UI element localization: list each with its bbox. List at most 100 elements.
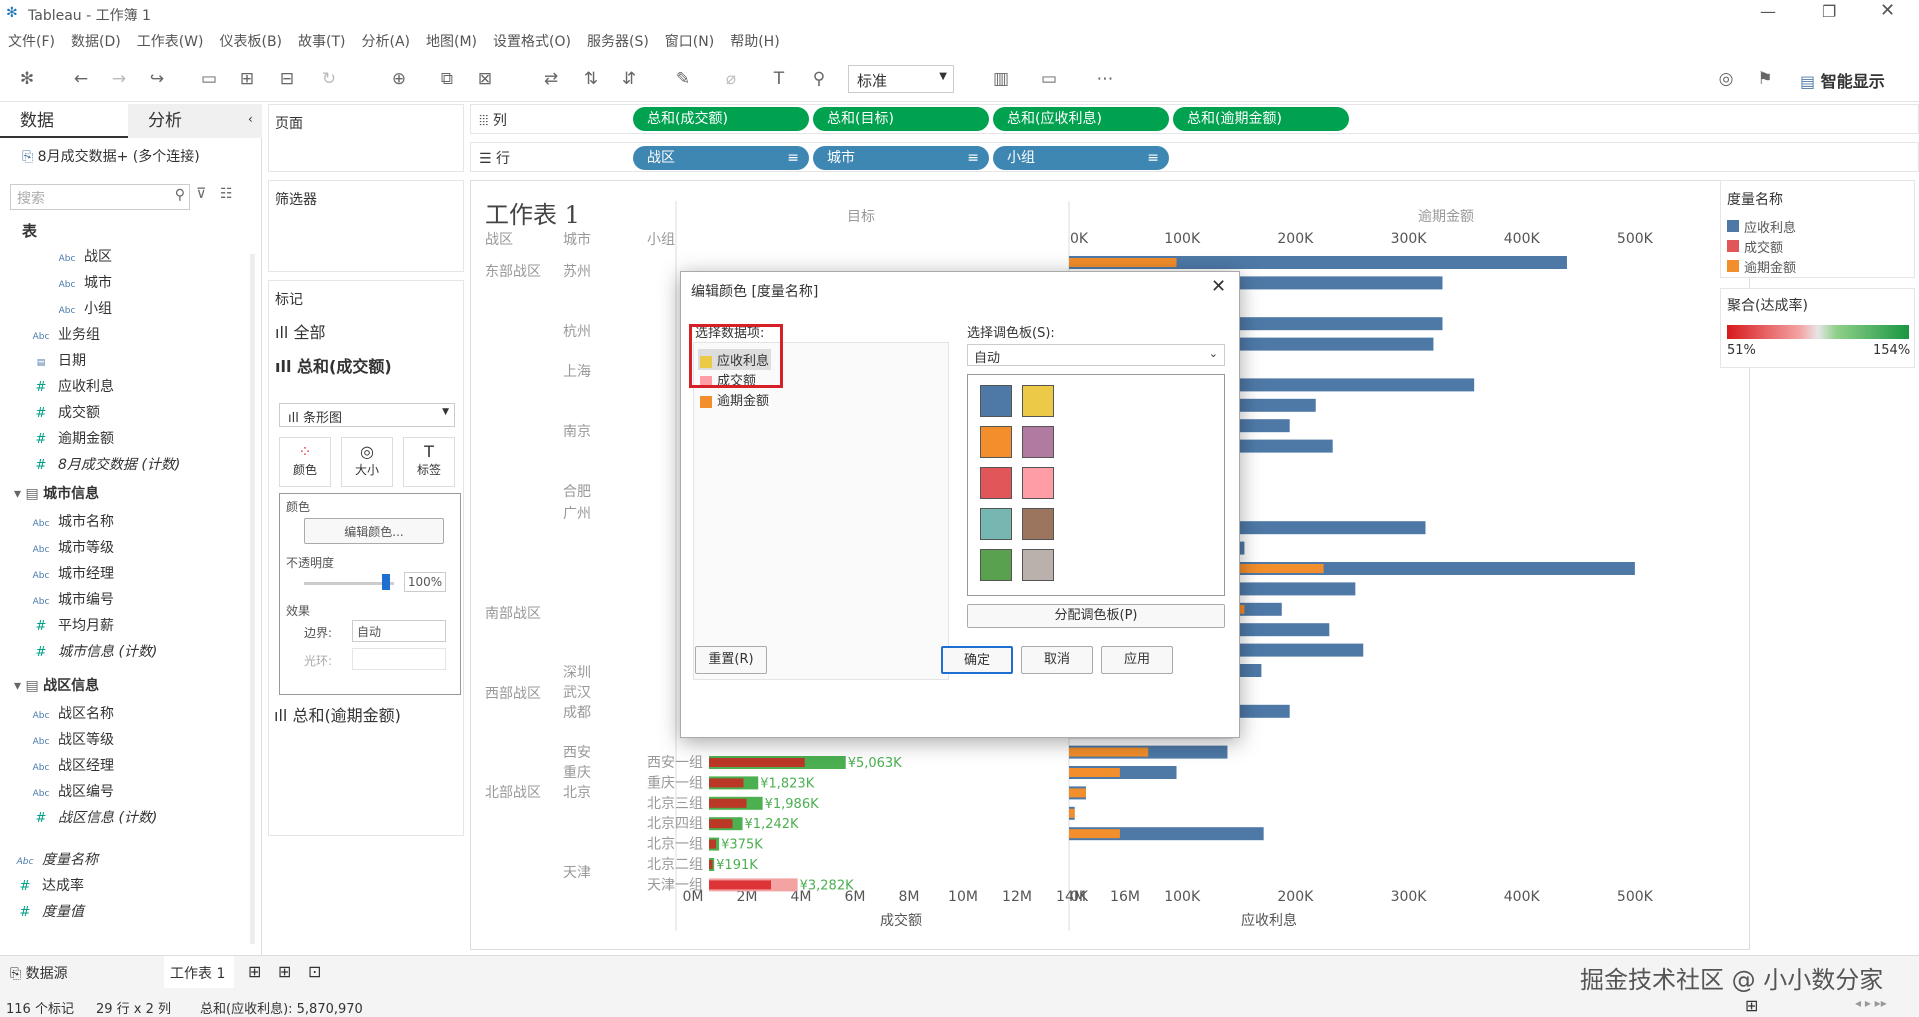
refresh-icon[interactable]: ↻ <box>318 68 340 90</box>
field-item[interactable]: Abc 业务组 <box>30 322 100 348</box>
menu-item[interactable]: 地图(M) <box>426 28 477 56</box>
collapse-icon[interactable]: ‹ <box>248 112 253 126</box>
label-button[interactable]: T 标签 <box>403 437 455 487</box>
palette-swatch[interactable] <box>1022 385 1054 417</box>
bar-deal-target[interactable] <box>709 839 717 849</box>
opacity-input[interactable]: 100% <box>404 572 446 592</box>
text-icon[interactable]: T <box>768 68 790 90</box>
clear-icon[interactable]: ⊠ <box>474 68 496 90</box>
legend-item[interactable]: 成交额 <box>1727 237 1783 256</box>
menu-item[interactable]: 文件(F) <box>8 28 55 56</box>
palette-swatch[interactable] <box>980 385 1012 417</box>
redo-icon[interactable]: ↪ <box>146 68 168 90</box>
palette-swatch[interactable] <box>1022 549 1054 581</box>
bar-overdue[interactable] <box>1069 258 1177 267</box>
show-me-button[interactable]: ▤ 智能显示 <box>1800 68 1885 92</box>
palette-swatch[interactable] <box>1022 508 1054 540</box>
assign-palette-button[interactable]: 分配调色板(P) <box>967 604 1225 628</box>
new-dashboard-icon[interactable]: ⊞ <box>278 962 291 981</box>
swap-icon[interactable]: ⇄ <box>540 68 562 90</box>
folder-group1[interactable]: ▾ ▤ 城市信息 <box>14 483 99 503</box>
datasource-tab[interactable]: ⎘ 数据源 <box>0 956 160 988</box>
dialog-close-icon[interactable]: ✕ <box>1211 276 1226 297</box>
field-item[interactable]: ▤ 日期 <box>30 348 86 374</box>
view-options-icon[interactable]: ☷ <box>220 186 233 202</box>
pages-card[interactable]: 页面 <box>268 104 464 172</box>
minimize-icon[interactable]: — <box>1760 2 1776 21</box>
field-item[interactable]: # 应收利息 <box>30 374 114 400</box>
search-input[interactable]: 搜索 ⚲ <box>10 184 190 210</box>
marks-sum-overdue[interactable]: ıll 总和(逾期金额) <box>268 694 464 732</box>
marks-all[interactable]: ıll 全部 <box>275 319 325 343</box>
group-icon[interactable]: ⌀ <box>720 68 742 90</box>
tableau-icon[interactable]: ✻ <box>16 68 38 90</box>
column-pill[interactable]: 总和(逾期金额) <box>1173 107 1349 131</box>
menu-item[interactable]: 窗口(N) <box>665 28 714 56</box>
menu-item[interactable]: 设置格式(O) <box>493 28 571 56</box>
save-icon[interactable]: ▭ <box>198 68 220 90</box>
duplicate-icon[interactable]: ⧉ <box>436 68 458 90</box>
palette-swatch[interactable] <box>1022 467 1054 499</box>
ok-button[interactable]: 确定 <box>941 646 1013 674</box>
cancel-button[interactable]: 取消 <box>1021 646 1093 674</box>
show-cards-icon[interactable]: ▥ <box>990 68 1012 90</box>
apply-button[interactable]: 应用 <box>1101 646 1173 674</box>
presentation-icon[interactable]: ▭ <box>1038 68 1060 90</box>
bar-deal-target[interactable] <box>709 758 805 767</box>
opacity-slider[interactable] <box>304 582 394 585</box>
ask-data-icon[interactable]: ⚑ <box>1754 68 1776 90</box>
tab-analysis[interactable]: 分析 <box>128 104 262 138</box>
bar-deal-target[interactable] <box>709 778 744 788</box>
tableau-public-icon[interactable]: ◎ <box>1715 68 1737 90</box>
pause-icon[interactable]: ⊟ <box>276 68 298 90</box>
field-item[interactable]: Abc 小组 <box>56 296 112 322</box>
opacity-slider-handle[interactable] <box>382 574 390 590</box>
field-item[interactable]: Abc 城市编号 <box>30 587 114 613</box>
field-item[interactable]: # 度量值 <box>14 899 84 925</box>
field-item[interactable]: # 成交额 <box>30 400 100 426</box>
bar-deal-target[interactable] <box>709 860 713 869</box>
marks-sum-deal[interactable]: ıll 总和(成交额) <box>275 353 392 377</box>
palette-select[interactable]: 自动 ⌄ <box>967 344 1225 366</box>
field-item[interactable]: Abc 城市经理 <box>30 561 114 587</box>
menu-item[interactable]: 数据(D) <box>71 28 121 56</box>
fit-dropdown[interactable]: 标准 ▼ <box>848 65 954 93</box>
tab-data[interactable]: 数据 <box>0 104 128 138</box>
field-item[interactable]: Abc 战区等级 <box>30 727 114 753</box>
new-story-icon[interactable]: ⊡ <box>308 962 321 981</box>
folder-group2[interactable]: ▾ ▤ 战区信息 <box>14 675 99 695</box>
palette-swatch[interactable] <box>980 467 1012 499</box>
field-item[interactable]: #8月成交数据 (计数) <box>30 452 181 478</box>
halo-select[interactable] <box>352 648 446 670</box>
palette-swatch[interactable] <box>980 549 1012 581</box>
palette-swatch[interactable] <box>980 508 1012 540</box>
row-pill[interactable]: 战区 ≡ <box>633 146 809 170</box>
field-item[interactable]: # 逾期金额 <box>30 426 114 452</box>
color-button[interactable]: ⁘ 颜色 <box>279 437 331 487</box>
sort-asc-icon[interactable]: ⇅ <box>580 68 602 90</box>
restore-icon[interactable]: ❐ <box>1822 2 1836 21</box>
data-item[interactable]: 逾期金额 <box>698 389 771 410</box>
menu-item[interactable]: 服务器(S) <box>587 28 649 56</box>
field-item[interactable]: Abc 战区经理 <box>30 753 114 779</box>
legend-item[interactable]: 应收利息 <box>1727 217 1796 236</box>
new-sheet-icon[interactable]: ⊕ <box>388 68 410 90</box>
field-item[interactable]: Abc 战区名称 <box>30 701 114 727</box>
row-pill[interactable]: 小组 ≡ <box>993 146 1169 170</box>
column-pill[interactable]: 总和(目标) <box>813 107 989 131</box>
field-item[interactable]: # 平均月薪 <box>30 613 114 639</box>
bar-deal-target[interactable] <box>709 798 747 808</box>
sort-desc-icon[interactable]: ⇵ <box>618 68 640 90</box>
bar-overdue[interactable] <box>1069 747 1149 757</box>
pin-icon[interactable]: ⚲ <box>808 68 830 90</box>
close-window-icon[interactable]: ✕ <box>1880 0 1895 21</box>
field-item[interactable]: # 城市信息 (计数) <box>30 639 158 665</box>
new-datasource-icon[interactable]: ⊞ <box>236 68 258 90</box>
menu-item[interactable]: 故事(T) <box>298 28 345 56</box>
grid-view-icon[interactable]: ⊞ <box>1745 996 1758 1015</box>
back-icon[interactable]: ← <box>70 68 92 90</box>
mark-type-select[interactable]: ıll 条形图 ▼ <box>279 403 455 427</box>
bar-overdue[interactable] <box>1069 808 1075 818</box>
field-item[interactable]: # 战区信息 (计数) <box>30 805 158 831</box>
field-item[interactable]: Abc 战区编号 <box>30 779 114 805</box>
